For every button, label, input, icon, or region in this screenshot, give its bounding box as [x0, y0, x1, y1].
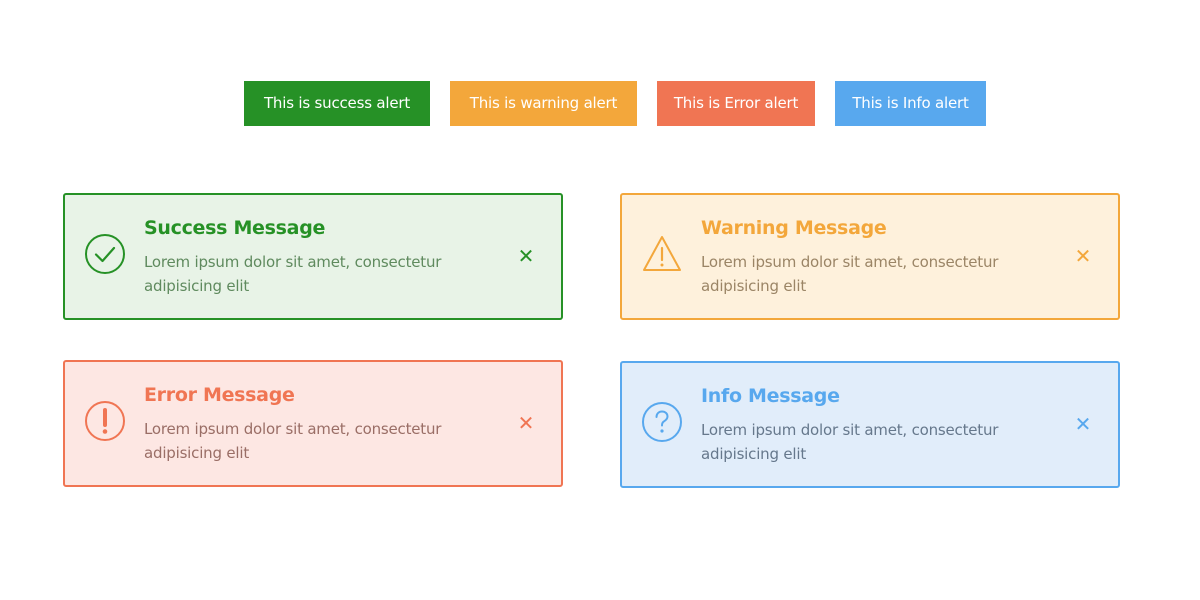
- close-icon[interactable]: ✕: [515, 412, 537, 434]
- alert-message: Lorem ipsum dolor sit amet, consectetur …: [144, 420, 442, 462]
- success-alert: Success Message Lorem ipsum dolor sit am…: [63, 193, 563, 320]
- info-alert-button[interactable]: This is Info alert: [835, 81, 986, 126]
- error-alert: Error Message Lorem ipsum dolor sit amet…: [63, 360, 563, 487]
- alert-message: Lorem ipsum dolor sit amet, consectetur …: [144, 253, 442, 295]
- error-alert-button[interactable]: This is Error alert: [657, 81, 815, 126]
- question-circle-icon: [640, 400, 684, 444]
- close-icon[interactable]: ✕: [515, 245, 537, 267]
- warning-triangle-icon: [640, 232, 684, 276]
- alert-message: Lorem ipsum dolor sit amet, consectetur …: [701, 421, 999, 463]
- alert-message: Lorem ipsum dolor sit amet, consectetur …: [701, 253, 999, 295]
- alert-title: Error Message: [144, 384, 295, 406]
- alerts-demo-page: This is success alert This is warning al…: [0, 0, 1200, 600]
- info-alert: Info Message Lorem ipsum dolor sit amet,…: [620, 361, 1120, 488]
- success-alert-button[interactable]: This is success alert: [244, 81, 430, 126]
- exclamation-circle-icon: [83, 399, 127, 443]
- warning-alert-button[interactable]: This is warning alert: [450, 81, 637, 126]
- check-circle-icon: [83, 232, 127, 276]
- alert-trigger-buttons: This is success alert This is warning al…: [0, 81, 1200, 126]
- alert-title: Info Message: [701, 385, 840, 407]
- warning-alert: Warning Message Lorem ipsum dolor sit am…: [620, 193, 1120, 320]
- alert-title: Success Message: [144, 217, 326, 239]
- close-icon[interactable]: ✕: [1072, 245, 1094, 267]
- close-icon[interactable]: ✕: [1072, 413, 1094, 435]
- alert-title: Warning Message: [701, 217, 887, 239]
